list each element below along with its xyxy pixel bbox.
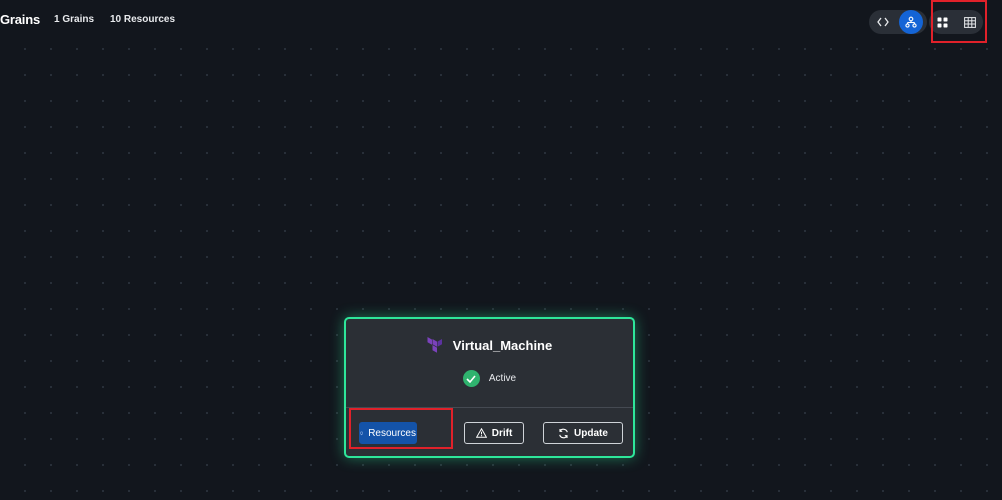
page-title: Grains [0,12,40,27]
status-label: Active [488,373,517,384]
check-circle-icon [462,370,480,387]
grain-card-header: Virtual_Machine Active [346,319,633,408]
update-button-label: Update [574,427,608,439]
resources-count: 10 Resources [110,14,176,25]
graph-view-button[interactable] [899,10,923,34]
refresh-icon [559,428,568,438]
resources-button-highlight [349,408,453,449]
grain-status: Active [346,370,633,387]
grain-name: Virtual_Machine [452,337,553,353]
grain-title: Virtual_Machine [346,337,633,353]
header-bar: Grains 1 Grains 10 Resources [0,0,1002,44]
warning-icon [475,428,487,438]
graph-icon [905,16,917,28]
grains-count: 1 Grains [54,14,95,25]
code-view-button[interactable] [871,10,895,34]
terraform-icon [427,337,442,353]
view-toggle [869,10,927,34]
code-icon [877,17,889,27]
layout-toggle-highlight [931,0,987,43]
drift-button-label: Drift [491,427,513,439]
update-button[interactable]: Update [543,422,623,444]
drift-button[interactable]: Drift [464,422,524,444]
